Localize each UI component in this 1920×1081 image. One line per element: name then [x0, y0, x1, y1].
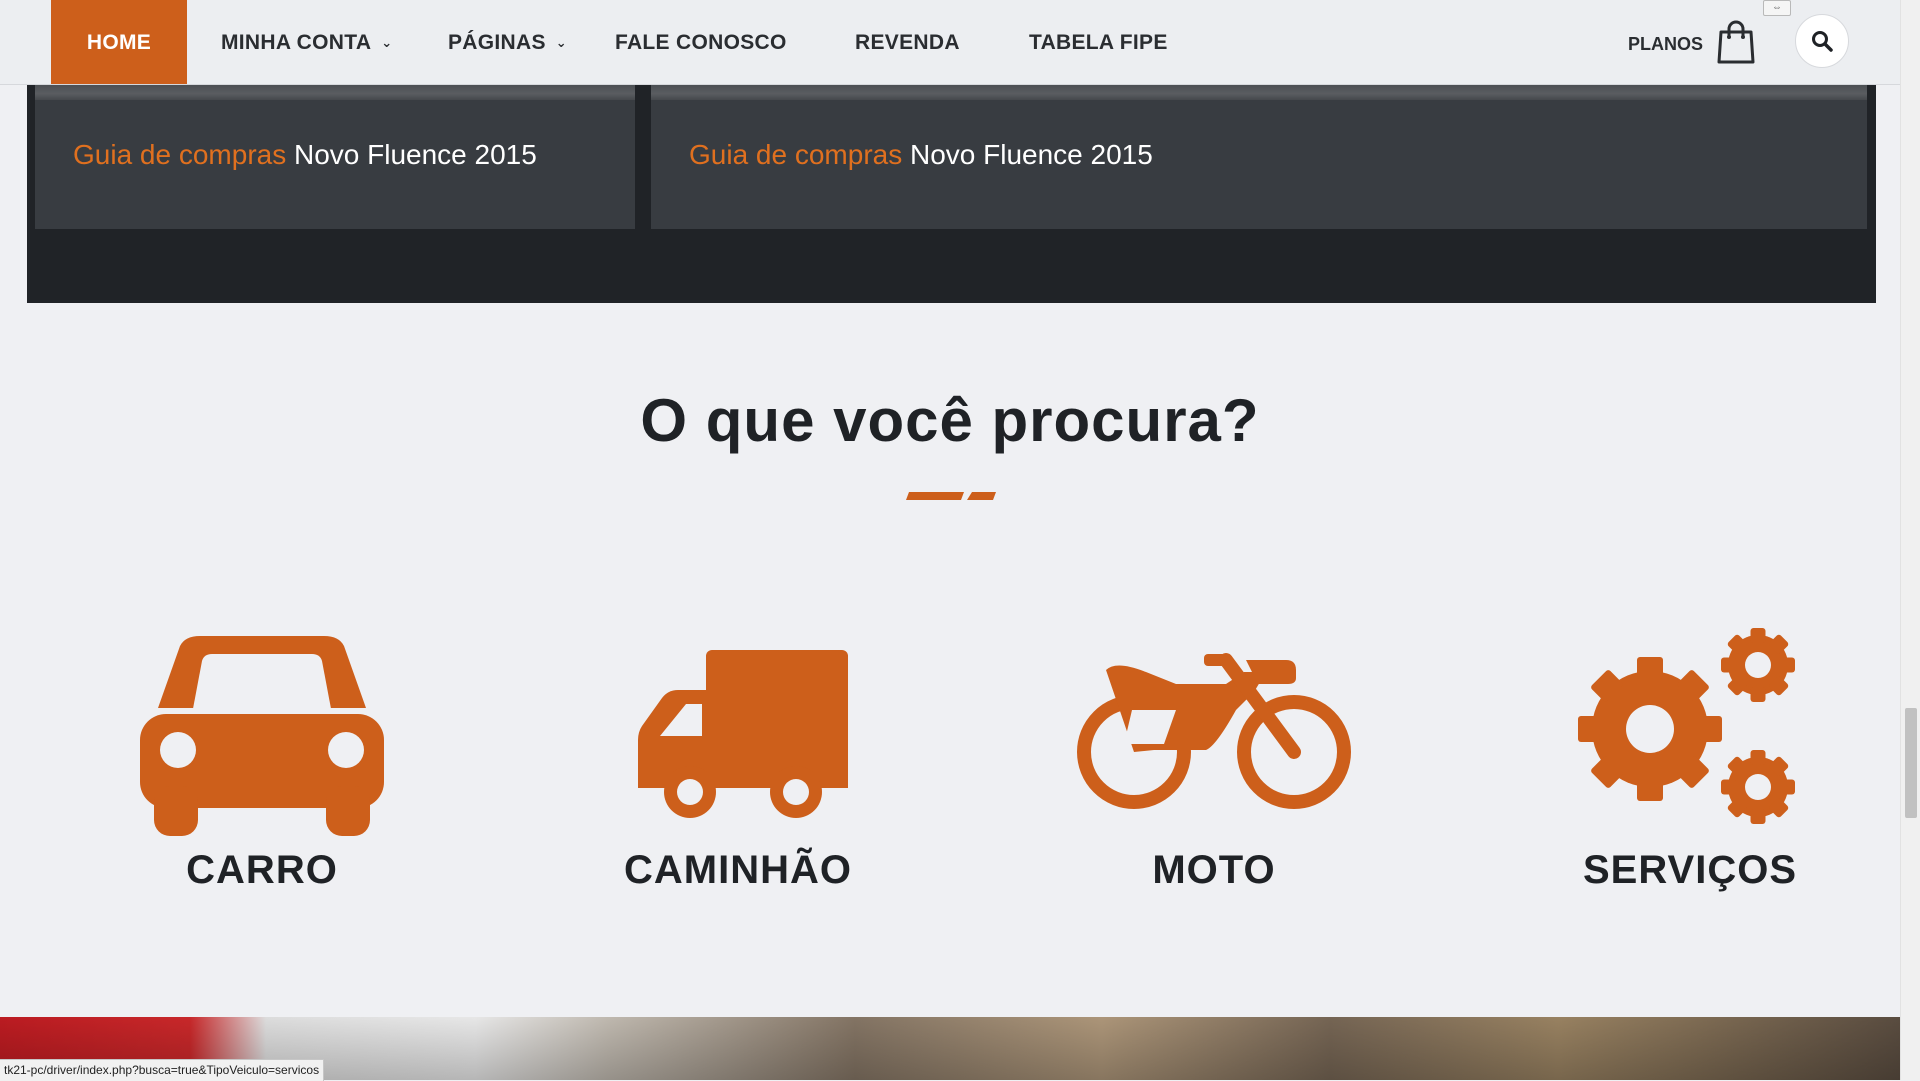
- category-carro[interactable]: CARRO: [112, 620, 412, 892]
- nav-fale-conosco-label: FALE CONOSCO: [615, 31, 787, 54]
- category-label: SERVIÇOS: [1583, 848, 1797, 892]
- top-navbar: HOME MINHA CONTA ⌄ PÁGINAS ⌄ FALE CONOSCO …: [0, 0, 1900, 85]
- nav-home-label: HOME: [86, 31, 152, 54]
- news-card[interactable]: Guia de compras Novo Fluence 2015: [651, 84, 1867, 229]
- motorcycle-icon: [1077, 653, 1351, 809]
- scrollbar-thumb[interactable]: [1905, 708, 1917, 818]
- category-label: MOTO: [1152, 848, 1276, 892]
- shopping-bag-icon[interactable]: [1716, 20, 1756, 64]
- status-bar-url: tk21-pc/driver/index.php?busca=true&Tipo…: [0, 1059, 325, 1081]
- news-band: Guia de compras Novo Fluence 2015 Guia d…: [27, 84, 1876, 303]
- category-servicos[interactable]: SERVIÇOS: [1540, 620, 1840, 892]
- news-card-image: [35, 84, 635, 100]
- news-card-title[interactable]: Guia de compras Novo Fluence 2015: [689, 139, 1153, 171]
- news-card[interactable]: Guia de compras Novo Fluence 2015: [35, 84, 635, 229]
- news-card-tag: Guia de compras: [689, 139, 903, 170]
- nav-tabela-fipe[interactable]: TABELA FIPE: [1029, 0, 1168, 84]
- planos-link[interactable]: PLANOS: [1628, 0, 1703, 84]
- chevron-down-icon: ⌄: [381, 35, 393, 50]
- nav-minha-conta-label: MINHA CONTA: [221, 31, 372, 54]
- section-title: O que você procura?: [640, 387, 1260, 454]
- category-caminhao[interactable]: CAMINHÃO: [588, 620, 888, 892]
- search-button[interactable]: [1795, 14, 1849, 68]
- search-icon: [1812, 31, 1833, 52]
- resize-handle-icon[interactable]: ⇔: [1763, 0, 1791, 16]
- nav-revenda[interactable]: REVENDA: [855, 0, 960, 84]
- chevron-down-icon: ⌄: [555, 35, 567, 50]
- category-label: CAMINHÃO: [624, 848, 852, 892]
- section-divider: [906, 492, 996, 500]
- news-card-tag: Guia de compras: [73, 139, 287, 170]
- news-card-headline: Novo Fluence 2015: [910, 139, 1153, 170]
- vertical-scrollbar[interactable]: [1900, 0, 1920, 1080]
- nav-minha-conta[interactable]: MINHA CONTA ⌄: [221, 0, 392, 84]
- gears-icon: [1578, 628, 1795, 824]
- category-label: CARRO: [186, 848, 338, 892]
- category-moto[interactable]: MOTO: [1064, 620, 1364, 892]
- nav-revenda-label: REVENDA: [855, 31, 960, 54]
- car-icon: [140, 636, 384, 836]
- nav-fale-conosco[interactable]: FALE CONOSCO: [615, 0, 787, 84]
- news-card-headline: Novo Fluence 2015: [294, 139, 537, 170]
- truck-icon: [638, 650, 848, 818]
- nav-paginas[interactable]: PÁGINAS ⌄: [448, 0, 567, 84]
- news-card-title[interactable]: Guia de compras Novo Fluence 2015: [73, 139, 537, 171]
- nav-tabela-fipe-label: TABELA FIPE: [1029, 31, 1168, 54]
- news-card-image: [651, 84, 1867, 100]
- nav-paginas-label: PÁGINAS: [448, 31, 546, 54]
- nav-home[interactable]: HOME: [51, 0, 187, 84]
